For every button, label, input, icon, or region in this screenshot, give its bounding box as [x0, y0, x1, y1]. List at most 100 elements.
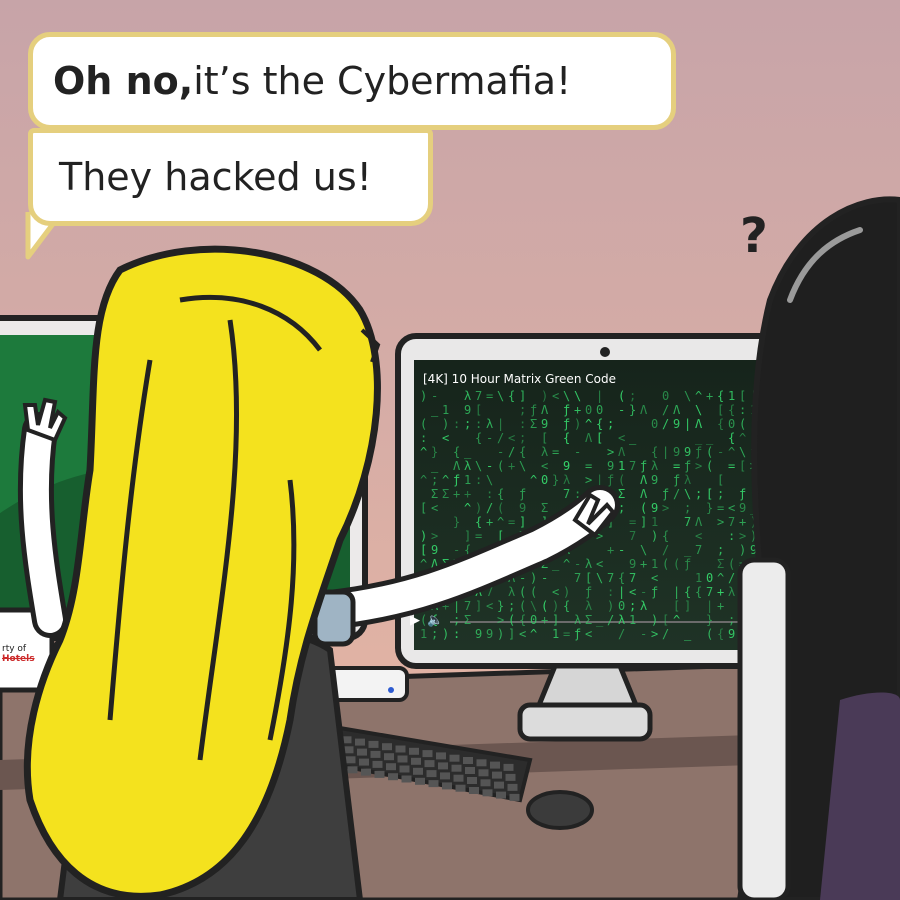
matrix-glyph: λ: [541, 445, 548, 459]
keyboard-key: [465, 767, 475, 774]
matrix-glyph: \: [486, 473, 493, 487]
matrix-glyph: ^: [530, 627, 537, 641]
matrix-glyph: 9: [673, 445, 680, 459]
play-icon[interactable]: ▶: [410, 613, 420, 628]
matrix-glyph: _: [431, 403, 439, 417]
matrix-glyph: =: [475, 529, 482, 543]
matrix-glyph: :: [519, 417, 526, 431]
matrix-glyph: ^: [497, 515, 504, 529]
matrix-glyph: (: [618, 473, 625, 487]
matrix-glyph: {: [453, 445, 460, 459]
keyboard-key: [345, 756, 356, 764]
matrix-glyph: [: [706, 487, 713, 501]
matrix-glyph: 7: [706, 585, 713, 599]
matrix-glyph: ^: [420, 473, 427, 487]
matrix-glyph: ]: [519, 515, 526, 529]
matrix-glyph: [: [420, 501, 427, 515]
matrix-glyph: :: [475, 473, 482, 487]
matrix-glyph: ]: [640, 515, 647, 529]
matrix-glyph: ^: [420, 557, 427, 571]
matrix-glyph: Σ: [585, 613, 592, 627]
matrix-glyph: ;: [695, 487, 702, 501]
matrix-glyph: 7: [629, 459, 636, 473]
matrix-glyph: 7: [695, 543, 702, 557]
matrix-glyph: 7: [574, 571, 581, 585]
matrix-glyph: <: [431, 501, 438, 515]
matrix-glyph: 0: [596, 403, 603, 417]
matrix-glyph: Λ: [541, 403, 549, 417]
matrix-glyph: ^: [420, 445, 427, 459]
matrix-glyph: \: [497, 389, 504, 403]
matrix-glyph: 7: [684, 515, 691, 529]
matrix-glyph: 7: [607, 571, 614, 585]
keyboard-key: [401, 775, 412, 783]
matrix-glyph: ƒ: [519, 487, 526, 501]
matrix-glyph: ^: [464, 501, 471, 515]
matrix-glyph: +: [607, 543, 614, 557]
keyboard-key: [494, 781, 504, 789]
matrix-glyph: =: [563, 627, 570, 641]
matrix-glyph: \: [695, 403, 702, 417]
matrix-glyph: [: [475, 403, 482, 417]
matrix-glyph: <: [519, 627, 526, 641]
matrix-glyph: ]: [464, 529, 471, 543]
matrix-glyph: ): [607, 599, 614, 613]
matrix-glyph: ;: [684, 501, 691, 515]
keyboard-key: [453, 774, 464, 782]
matrix-glyph: ;: [431, 627, 438, 641]
matrix-glyph: /: [673, 487, 680, 501]
matrix-glyph: -: [717, 445, 724, 459]
matrix-glyph: λ: [574, 613, 581, 627]
keyboard-key: [395, 745, 406, 753]
matrix-glyph: 1: [442, 403, 449, 417]
keyboard-key: [467, 777, 477, 784]
matrix-glyph: -: [431, 389, 438, 403]
mug-label-line-2: Hotels: [2, 654, 35, 664]
matrix-glyph: λ: [585, 599, 592, 613]
matrix-glyph: 1: [420, 627, 427, 641]
keyboard-key: [382, 743, 392, 751]
matrix-glyph: {: [563, 599, 570, 613]
matrix-glyph: ;: [629, 389, 636, 403]
matrix-glyph: ]: [552, 613, 559, 627]
matrix-glyph: }: [706, 501, 713, 515]
matrix-glyph: ): [651, 529, 658, 543]
matrix-glyph: ;: [629, 599, 636, 613]
matrix-glyph: \: [684, 389, 691, 403]
matrix-glyph: _: [695, 431, 703, 445]
matrix-glyph: \: [519, 459, 526, 473]
volume-icon[interactable]: 🔈: [427, 613, 443, 628]
matrix-glyph: 9: [519, 501, 526, 515]
matrix-glyph: ;: [717, 543, 724, 557]
matrix-glyph: }: [629, 403, 636, 417]
matrix-glyph: [: [717, 403, 724, 417]
matrix-glyph: /: [618, 627, 625, 641]
matrix-glyph: ;: [453, 613, 460, 627]
matrix-glyph: -: [574, 557, 581, 571]
matrix-glyph: Λ: [695, 417, 703, 431]
matrix-glyph: ;: [607, 417, 614, 431]
keyboard-key: [411, 757, 421, 765]
keyboard-key: [413, 767, 423, 775]
matrix-glyph: \: [640, 543, 647, 557]
matrix-glyph: :: [453, 627, 460, 641]
matrix-glyph: ): [530, 571, 537, 585]
matrix-glyph: (: [728, 557, 735, 571]
matrix-glyph: Σ: [618, 487, 625, 501]
matrix-glyph: :: [739, 403, 746, 417]
matrix-glyph: ƒ: [453, 473, 460, 487]
matrix-glyph: :: [486, 487, 493, 501]
matrix-glyph: \: [596, 571, 603, 585]
matrix-glyph: -: [486, 431, 493, 445]
matrix-glyph: :: [453, 417, 460, 431]
matrix-glyph: (: [420, 417, 427, 431]
keyboard-key: [509, 793, 520, 801]
speech-text-1: it’s the Cybermafia!: [193, 59, 572, 103]
matrix-glyph: :: [475, 417, 482, 431]
matrix-glyph: [: [541, 431, 548, 445]
matrix-glyph: :: [607, 585, 614, 599]
keyboard-key: [492, 771, 502, 779]
matrix-glyph: 1: [651, 515, 658, 529]
matrix-glyph: {: [695, 585, 702, 599]
matrix-glyph: λ: [464, 389, 471, 403]
